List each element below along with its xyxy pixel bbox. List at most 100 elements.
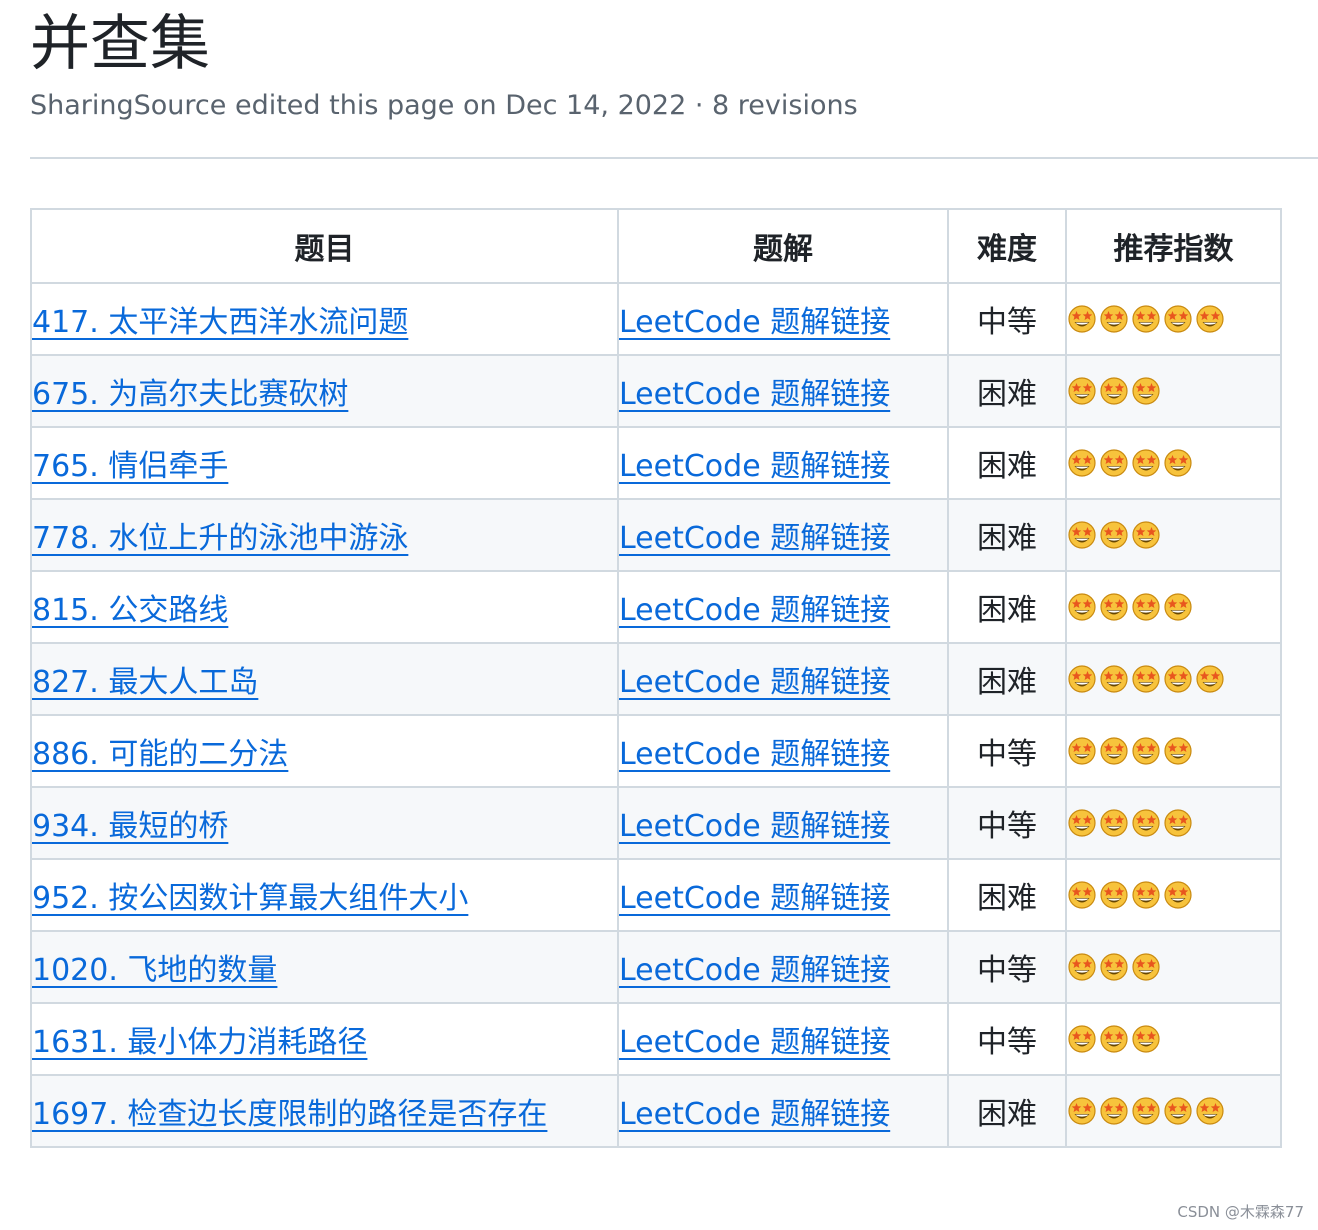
star-struck-emoji-icon (1068, 521, 1096, 549)
star-struck-emoji-icon (1100, 1025, 1128, 1053)
solution-link[interactable]: LeetCode 题解链接 (620, 809, 890, 844)
problem-cell: 1020. 飞地的数量 (30, 930, 619, 1004)
problem-link[interactable]: 417. 太平洋大西洋水流问题 (33, 305, 408, 340)
star-struck-emoji-icon (1164, 305, 1192, 333)
star-struck-emoji-icon (1164, 665, 1192, 693)
rating-stars (1068, 592, 1193, 622)
solution-link[interactable]: LeetCode 题解链接 (620, 737, 890, 772)
solution-cell: LeetCode 题解链接 (617, 642, 949, 716)
star-struck-emoji-icon (1068, 737, 1096, 765)
header-difficulty: 难度 (947, 208, 1067, 284)
difficulty-cell: 困难 (947, 858, 1067, 932)
problem-link[interactable]: 886. 可能的二分法 (33, 737, 288, 772)
star-struck-emoji-icon (1164, 809, 1192, 837)
difficulty-cell: 困难 (947, 426, 1067, 500)
problem-cell: 675. 为高尔夫比赛砍树 (30, 354, 619, 428)
problem-cell: 765. 情侣牵手 (30, 426, 619, 500)
difficulty-cell: 中等 (947, 930, 1067, 1004)
star-struck-emoji-icon (1132, 593, 1160, 621)
star-struck-emoji-icon (1132, 305, 1160, 333)
star-struck-emoji-icon (1100, 521, 1128, 549)
problem-link[interactable]: 934. 最短的桥 (33, 809, 228, 844)
solution-link[interactable]: LeetCode 题解链接 (620, 449, 890, 484)
table-row: 417. 太平洋大西洋水流问题 LeetCode 题解链接 中等 (30, 282, 1282, 356)
star-struck-emoji-icon (1068, 1025, 1096, 1053)
star-struck-emoji-icon (1132, 377, 1160, 405)
star-struck-emoji-icon (1132, 1025, 1160, 1053)
problem-cell: 1631. 最小体力消耗路径 (30, 1002, 619, 1076)
problem-link[interactable]: 1631. 最小体力消耗路径 (33, 1025, 367, 1060)
problem-link[interactable]: 952. 按公因数计算最大组件大小 (33, 881, 468, 916)
rating-stars (1068, 520, 1161, 550)
star-struck-emoji-icon (1068, 593, 1096, 621)
problem-cell: 417. 太平洋大西洋水流问题 (30, 282, 619, 356)
page-edit-info: SharingSource edited this page on Dec 14… (30, 90, 858, 121)
rating-stars (1068, 1096, 1225, 1126)
problem-cell: 1697. 检查边长度限制的路径是否存在 (30, 1074, 619, 1148)
star-struck-emoji-icon (1068, 953, 1096, 981)
difficulty-cell: 困难 (947, 1074, 1067, 1148)
star-struck-emoji-icon (1164, 1097, 1192, 1125)
problem-cell: 778. 水位上升的泳池中游泳 (30, 498, 619, 572)
star-struck-emoji-icon (1100, 665, 1128, 693)
page-title: 并查集 (30, 9, 210, 79)
star-struck-emoji-icon (1132, 809, 1160, 837)
problem-link[interactable]: 675. 为高尔夫比赛砍树 (33, 377, 348, 412)
table-row: 886. 可能的二分法 LeetCode 题解链接 中等 (30, 714, 1282, 788)
header-solution: 题解 (617, 208, 949, 284)
rating-cell (1065, 786, 1282, 860)
solution-cell: LeetCode 题解链接 (617, 426, 949, 500)
header-rating: 推荐指数 (1065, 208, 1282, 284)
rating-cell (1065, 282, 1282, 356)
solution-link[interactable]: LeetCode 题解链接 (620, 665, 890, 700)
header-problem: 题目 (30, 208, 619, 284)
rating-stars (1068, 952, 1161, 982)
star-struck-emoji-icon (1196, 305, 1224, 333)
problem-link[interactable]: 765. 情侣牵手 (33, 449, 228, 484)
table-row: 1697. 检查边长度限制的路径是否存在 LeetCode 题解链接 困难 (30, 1074, 1282, 1148)
table-row: 934. 最短的桥 LeetCode 题解链接 中等 (30, 786, 1282, 860)
difficulty-cell: 困难 (947, 498, 1067, 572)
star-struck-emoji-icon (1132, 1097, 1160, 1125)
problem-link[interactable]: 827. 最大人工岛 (33, 665, 258, 700)
solution-cell: LeetCode 题解链接 (617, 570, 949, 644)
solution-link[interactable]: LeetCode 题解链接 (620, 953, 890, 988)
rating-cell (1065, 426, 1282, 500)
rating-cell (1065, 1074, 1282, 1148)
star-struck-emoji-icon (1068, 305, 1096, 333)
solution-cell: LeetCode 题解链接 (617, 1074, 949, 1148)
solution-link[interactable]: LeetCode 题解链接 (620, 1025, 890, 1060)
table-header-row: 题目 题解 难度 推荐指数 (30, 208, 1282, 284)
star-struck-emoji-icon (1068, 881, 1096, 909)
star-struck-emoji-icon (1164, 449, 1192, 477)
solution-link[interactable]: LeetCode 题解链接 (620, 593, 890, 628)
star-struck-emoji-icon (1068, 665, 1096, 693)
solution-link[interactable]: LeetCode 题解链接 (620, 521, 890, 556)
star-struck-emoji-icon (1164, 881, 1192, 909)
star-struck-emoji-icon (1132, 521, 1160, 549)
solution-cell: LeetCode 题解链接 (617, 498, 949, 572)
star-struck-emoji-icon (1100, 881, 1128, 909)
solution-cell: LeetCode 题解链接 (617, 282, 949, 356)
solution-cell: LeetCode 题解链接 (617, 786, 949, 860)
solution-cell: LeetCode 题解链接 (617, 714, 949, 788)
problem-link[interactable]: 778. 水位上升的泳池中游泳 (33, 521, 408, 556)
rating-cell (1065, 354, 1282, 428)
rating-cell (1065, 642, 1282, 716)
problem-link[interactable]: 1697. 检查边长度限制的路径是否存在 (33, 1097, 547, 1132)
problem-link[interactable]: 815. 公交路线 (33, 593, 228, 628)
star-struck-emoji-icon (1100, 377, 1128, 405)
table-row: 815. 公交路线 LeetCode 题解链接 困难 (30, 570, 1282, 644)
solution-link[interactable]: LeetCode 题解链接 (620, 377, 890, 412)
difficulty-cell: 中等 (947, 786, 1067, 860)
star-struck-emoji-icon (1164, 737, 1192, 765)
solution-link[interactable]: LeetCode 题解链接 (620, 881, 890, 916)
star-struck-emoji-icon (1132, 737, 1160, 765)
table-row: 778. 水位上升的泳池中游泳 LeetCode 题解链接 困难 (30, 498, 1282, 572)
table-row: 1631. 最小体力消耗路径 LeetCode 题解链接 中等 (30, 1002, 1282, 1076)
table-row: 827. 最大人工岛 LeetCode 题解链接 困难 (30, 642, 1282, 716)
solution-link[interactable]: LeetCode 题解链接 (620, 1097, 890, 1132)
solution-link[interactable]: LeetCode 题解链接 (620, 305, 890, 340)
problem-link[interactable]: 1020. 飞地的数量 (33, 953, 277, 988)
rating-cell (1065, 498, 1282, 572)
